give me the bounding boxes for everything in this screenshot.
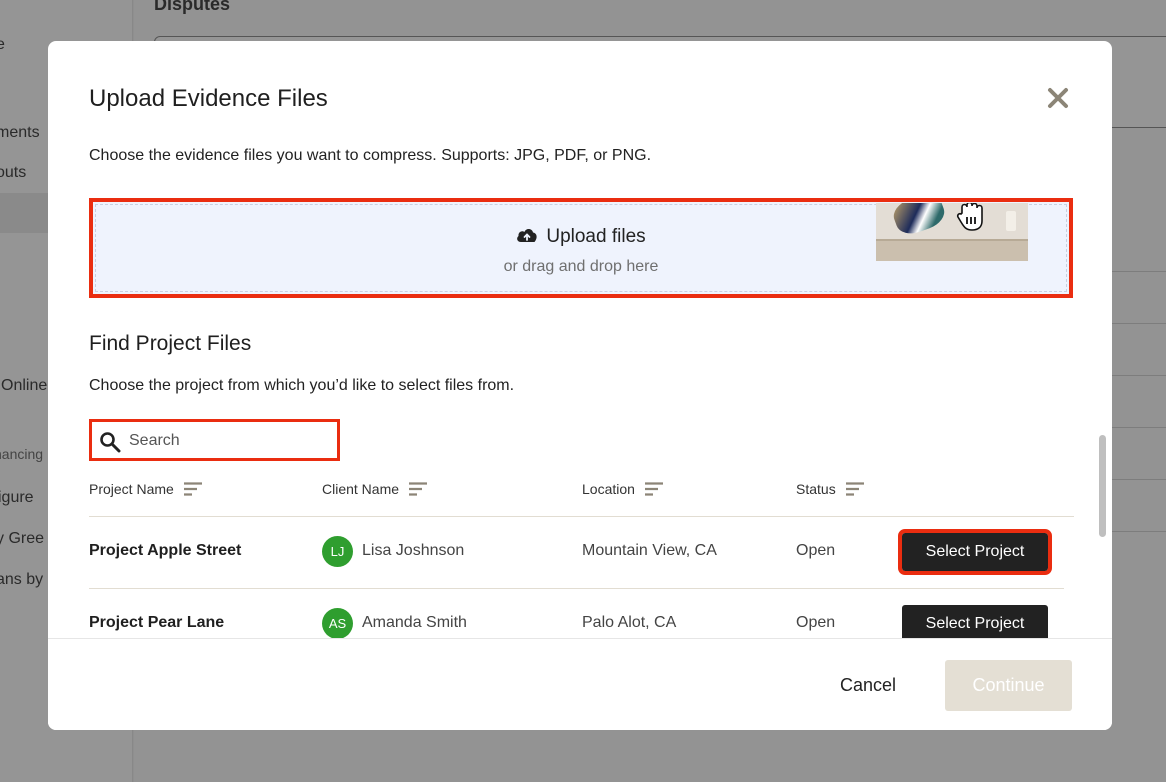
location: Mountain View, CA xyxy=(582,542,717,559)
sort-icon xyxy=(183,482,202,496)
background-sidebar-item: y Gree xyxy=(0,530,45,547)
modal-footer: Cancel Continue xyxy=(48,638,1112,730)
sort-icon xyxy=(845,482,864,496)
background-sidebar-item: outs xyxy=(0,164,27,181)
sort-icon xyxy=(644,482,663,496)
avatar: AS xyxy=(322,608,353,639)
project-name: Project Pear Lane xyxy=(89,614,225,631)
select-project-button[interactable]: Select Project xyxy=(898,529,1052,575)
client-name: Lisa Joshnson xyxy=(362,542,465,559)
upload-files-text: Upload files xyxy=(546,226,646,247)
close-button[interactable] xyxy=(1045,85,1071,111)
project-name: Project Apple Street xyxy=(89,542,242,559)
column-location[interactable]: Location xyxy=(582,481,663,497)
project-search[interactable] xyxy=(89,419,340,461)
find-project-title: Find Project Files xyxy=(89,332,252,355)
column-label: Location xyxy=(582,481,635,497)
grab-cursor-icon xyxy=(956,203,983,231)
column-label: Status xyxy=(796,481,836,497)
background-sidebar-item: ments xyxy=(0,124,40,141)
column-client-name[interactable]: Client Name xyxy=(322,481,428,497)
upload-evidence-modal: Upload Evidence Files Choose the evidenc… xyxy=(48,41,1112,730)
modal-scrollbar[interactable] xyxy=(1099,435,1106,537)
column-label: Client Name xyxy=(322,481,400,497)
projects-table: Project Name Client Name Location Status… xyxy=(89,477,1074,661)
status: Open xyxy=(796,542,836,559)
background-sidebar-item: Online xyxy=(1,377,48,394)
cloud-upload-icon xyxy=(517,229,537,242)
avatar: LJ xyxy=(322,536,353,567)
background-sidebar-item: e xyxy=(0,36,5,53)
background-title: Disputes xyxy=(154,0,231,14)
location: Palo Alot, CA xyxy=(582,614,677,631)
modal-description: Choose the evidence files you want to co… xyxy=(89,147,652,164)
table-header: Project Name Client Name Location Status xyxy=(89,477,1074,517)
continue-button[interactable]: Continue xyxy=(945,660,1072,711)
close-icon xyxy=(1048,88,1068,108)
sort-icon xyxy=(409,482,428,496)
background-sidebar-item: igure xyxy=(0,489,34,506)
find-project-description: Choose the project from which you’d like… xyxy=(89,377,515,394)
table-row: Project Apple Street LJ Lisa Joshnson Mo… xyxy=(89,517,1064,589)
background-rows xyxy=(1108,220,1166,532)
background-sidebar-item: ans by xyxy=(0,571,44,588)
search-input[interactable] xyxy=(129,429,329,453)
background-sidebar-item: nancing xyxy=(0,446,44,462)
column-project-name[interactable]: Project Name xyxy=(89,481,202,497)
column-label: Project Name xyxy=(89,481,174,497)
dragged-file-thumbnail[interactable] xyxy=(876,203,1028,261)
cancel-button[interactable]: Cancel xyxy=(840,675,896,696)
status: Open xyxy=(796,614,836,631)
modal-title: Upload Evidence Files xyxy=(89,85,328,112)
client-name: Amanda Smith xyxy=(362,614,467,631)
search-icon xyxy=(100,432,121,453)
upload-dropzone[interactable]: Upload files or drag and drop here xyxy=(89,198,1073,298)
column-status[interactable]: Status xyxy=(796,481,864,497)
